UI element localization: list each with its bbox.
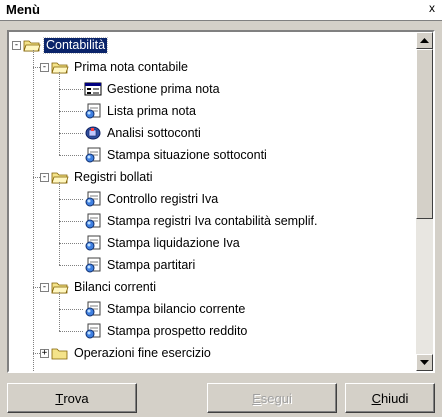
run-button-accel: E (252, 390, 261, 406)
tree-line (59, 331, 83, 332)
tree-item-2-1[interactable]: Stampa prospetto reddito (84, 320, 249, 342)
report-icon (84, 235, 102, 251)
tree-item-1-3[interactable]: Stampa partitari (84, 254, 197, 276)
tree-line (59, 199, 83, 200)
close-icon[interactable]: x (425, 2, 439, 16)
arrow-down-icon (420, 360, 429, 365)
tree-item-2-1-label: Stampa prospetto reddito (107, 323, 248, 338)
tree-item-1-2[interactable]: Stampa liquidazione Iva (84, 232, 242, 254)
report-icon (84, 191, 102, 207)
close-button-accel: C (371, 390, 381, 406)
report-icon (84, 213, 102, 229)
tree-node-contabilita[interactable]: Contabilità (23, 34, 109, 56)
expander-group-1[interactable]: - (40, 173, 49, 182)
expander-group-0[interactable]: - (40, 63, 49, 72)
expander-group-3[interactable]: + (40, 349, 49, 358)
tree-line (59, 72, 60, 155)
menu-tree-panel: - Contabilità - Prima nota contabile Gestion… (7, 30, 435, 373)
report-icon (84, 103, 102, 119)
folder-open-icon (23, 37, 41, 53)
find-button-label: rova (63, 390, 89, 406)
tree-item-1-3-label: Stampa partitari (107, 257, 196, 272)
tree-line (59, 89, 83, 90)
tree-item-1-0-label: Controllo registri Iva (107, 191, 219, 206)
scroll-down-button[interactable] (416, 354, 433, 371)
folder-open-icon (51, 59, 69, 75)
close-button-label: hiudi (380, 390, 409, 406)
tree-item-1-1[interactable]: Stampa registri Iva contabilità semplif. (84, 210, 320, 232)
tree-line (59, 111, 83, 112)
find-button[interactable]: Trova (7, 383, 137, 413)
run-button-label: segui (260, 390, 292, 406)
menu-window: Menù x - Contabilità - Prima nota contabile… (0, 0, 442, 417)
tree-node-group-2-label: Bilanci correnti (74, 279, 156, 294)
report-icon (84, 301, 102, 317)
vertical-scrollbar[interactable] (416, 32, 433, 371)
tree-item-1-2-label: Stampa liquidazione Iva (107, 235, 240, 250)
folder-open-icon (51, 169, 69, 185)
window-title: Menù (6, 2, 40, 17)
form-icon (84, 81, 102, 97)
scroll-up-button[interactable] (416, 32, 433, 49)
run-button[interactable]: Esegui (207, 383, 337, 413)
tree-item-0-0[interactable]: Gestione prima nota (84, 78, 222, 100)
tree-node-group-3-label: Operazioni fine esercizio (74, 345, 211, 360)
scrollbar-thumb[interactable] (416, 49, 433, 219)
tree-node-contabilita-label: Contabilità (42, 36, 109, 54)
tree-item-0-3[interactable]: Stampa situazione sottoconti (84, 144, 269, 166)
tree-item-1-1-label: Stampa registri Iva contabilità semplif. (107, 213, 318, 228)
tree-item-0-1-label: Lista prima nota (107, 103, 196, 118)
tree-line (59, 182, 60, 265)
expander-group-2[interactable]: - (40, 283, 49, 292)
find-button-accel: T (55, 390, 64, 406)
tree-node-group-2[interactable]: Bilanci correnti (51, 276, 158, 298)
tree-item-0-2[interactable]: Analisi sottoconti (84, 122, 203, 144)
tree-line (59, 155, 83, 156)
tree-node-group-1-label: Registri bollati (74, 169, 153, 184)
folder-open-icon (51, 279, 69, 295)
expander-root[interactable]: - (12, 41, 21, 50)
tree-line (59, 292, 60, 331)
folder-icon (51, 345, 69, 361)
arrow-up-icon (420, 38, 429, 43)
tree-item-2-0[interactable]: Stampa bilancio corrente (84, 298, 247, 320)
tree-line (59, 133, 83, 134)
tree-node-group-1[interactable]: Registri bollati (51, 166, 155, 188)
tree-item-0-1[interactable]: Lista prima nota (84, 100, 198, 122)
tree-item-0-3-label: Stampa situazione sottoconti (107, 147, 267, 162)
tree-item-1-0[interactable]: Controllo registri Iva (84, 188, 220, 210)
tree-node-group-0[interactable]: Prima nota contabile (51, 56, 190, 78)
report-icon (84, 147, 102, 163)
report-icon (84, 257, 102, 273)
tree-item-2-0-label: Stampa bilancio corrente (107, 301, 246, 316)
tree-item-0-2-label: Analisi sottoconti (107, 125, 201, 140)
tree-line (33, 50, 34, 371)
tree-line (59, 309, 83, 310)
tree-node-group-0-label: Prima nota contabile (74, 59, 188, 74)
tree-line (59, 265, 83, 266)
tree-item-0-0-label: Gestione prima nota (107, 81, 220, 96)
close-button[interactable]: Chiudi (345, 383, 435, 413)
analysis-icon (84, 125, 102, 141)
menu-tree: - Contabilità - Prima nota contabile Gestion… (9, 32, 416, 371)
report-icon (84, 323, 102, 339)
tree-line (59, 221, 83, 222)
tree-line (59, 243, 83, 244)
title-bar: Menù x (0, 0, 442, 21)
tree-node-group-3[interactable]: Operazioni fine esercizio (51, 342, 213, 364)
